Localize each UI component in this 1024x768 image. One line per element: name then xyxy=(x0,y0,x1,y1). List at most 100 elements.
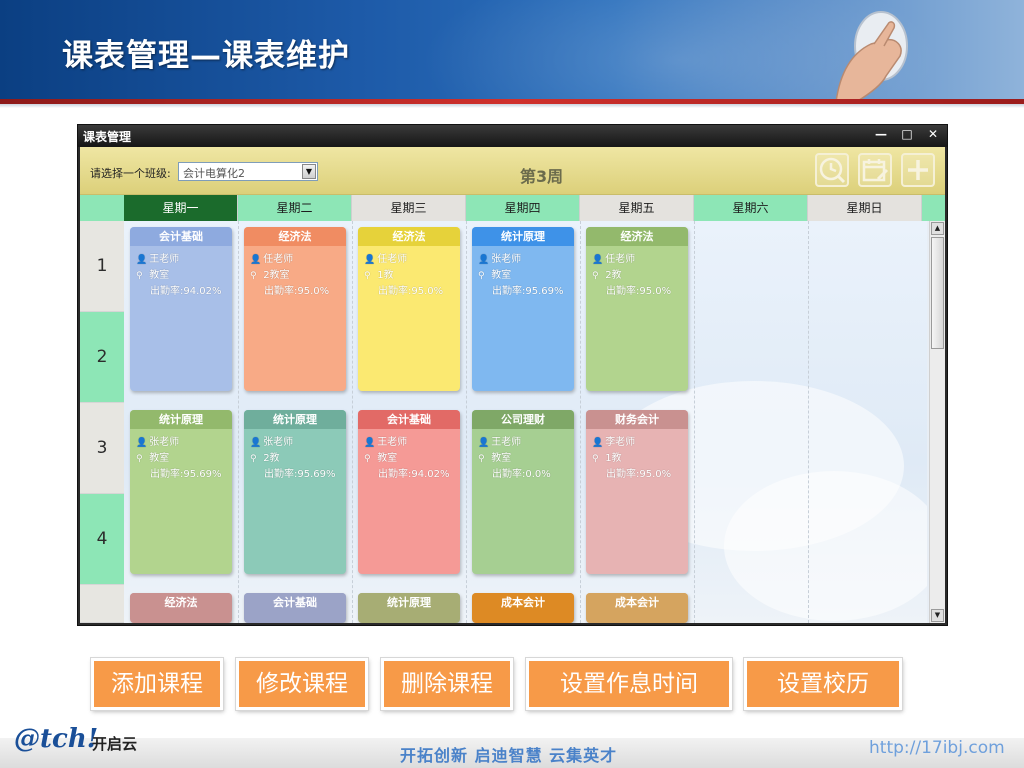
course-name: 经济法 xyxy=(130,593,232,612)
tab-weekday-fri[interactable]: 星期五 xyxy=(580,195,694,221)
course-card-r3-mon[interactable]: 经济法 xyxy=(130,593,232,623)
person-icon: 👤 xyxy=(364,255,376,265)
tab-weekday-wed[interactable]: 星期三 xyxy=(352,195,466,221)
class-select-value: 会计电算化2 xyxy=(183,167,245,180)
tab-weekday-tue[interactable]: 星期二 xyxy=(238,195,352,221)
class-select-dropdown[interactable]: 会计电算化2 ▼ xyxy=(178,162,318,181)
course-name: 统计原理 xyxy=(244,410,346,429)
course-name: 会计基础 xyxy=(358,410,460,429)
course-name: 成本会计 xyxy=(586,593,688,612)
course-name: 经济法 xyxy=(358,227,460,246)
course-room: 2教室 xyxy=(263,270,290,281)
person-icon: 👤 xyxy=(592,255,604,265)
location-pin-icon: ⚲ xyxy=(250,271,257,281)
calendar-edit-icon[interactable] xyxy=(858,153,892,187)
scroll-up-arrow-icon[interactable]: ▲ xyxy=(931,222,944,235)
course-attendance-rate: 出勤率:94.02% xyxy=(378,469,450,480)
course-teacher: 张老师 xyxy=(149,437,180,448)
course-name: 统计原理 xyxy=(472,227,574,246)
course-card-r2-tue[interactable]: 统计原理 👤 张老师 ⚲ 2教 出勤率:95.69% xyxy=(244,410,346,574)
period-label: 2 xyxy=(80,312,124,403)
course-card-r3-fri[interactable]: 成本会计 xyxy=(586,593,688,623)
timetable-grid: 星期一 星期二 星期三 星期四 星期五 星期六 星期日 1 2 3 4 会计基础… xyxy=(80,195,945,623)
tab-weekday-thu[interactable]: 星期四 xyxy=(466,195,580,221)
add-course-button[interactable]: 添加课程 xyxy=(91,658,223,710)
course-room: 教室 xyxy=(377,453,398,464)
window-titlebar[interactable]: 课表管理 — □ ✕ xyxy=(78,125,947,147)
slide-banner: 课表管理—课表维护 xyxy=(0,0,1024,104)
footer-slogan: 开拓创新 启迪智慧 云集英才 xyxy=(400,746,618,765)
course-card-r1-thu[interactable]: 统计原理 👤 张老师 ⚲ 教室 出勤率:95.69% xyxy=(472,227,574,391)
location-pin-icon: ⚲ xyxy=(478,454,485,464)
location-pin-icon: ⚲ xyxy=(592,454,599,464)
course-card-r3-tue[interactable]: 会计基础 xyxy=(244,593,346,623)
course-teacher: 任老师 xyxy=(263,254,294,265)
course-name: 经济法 xyxy=(244,227,346,246)
plus-icon[interactable] xyxy=(901,153,935,187)
course-card-r2-thu[interactable]: 公司理财 👤 王老师 ⚲ 教室 出勤率:0.0% xyxy=(472,410,574,574)
location-pin-icon: ⚲ xyxy=(250,454,257,464)
course-card-r1-fri[interactable]: 经济法 👤 任老师 ⚲ 2教 出勤率:95.0% xyxy=(586,227,688,391)
close-button[interactable]: ✕ xyxy=(920,125,946,145)
course-card-r2-mon[interactable]: 统计原理 👤 张老师 ⚲ 教室 出勤率:95.69% xyxy=(130,410,232,574)
course-card-r1-wed[interactable]: 经济法 👤 任老师 ⚲ 1教 出勤率:95.0% xyxy=(358,227,460,391)
tab-weekday-sat[interactable]: 星期六 xyxy=(694,195,808,221)
course-attendance-rate: 出勤率:95.0% xyxy=(606,469,672,480)
course-attendance-rate: 出勤率:95.0% xyxy=(264,286,330,297)
minimize-button[interactable]: — xyxy=(868,125,894,145)
course-teacher: 王老师 xyxy=(377,437,408,448)
banner-shadow xyxy=(0,104,1024,108)
schedule-window: 课表管理 — □ ✕ 请选择一个班级: 会计电算化2 ▼ 第3周 星期一 星期二… xyxy=(77,124,948,626)
tab-weekday-sun[interactable]: 星期日 xyxy=(808,195,922,221)
location-pin-icon: ⚲ xyxy=(364,454,371,464)
person-icon: 👤 xyxy=(478,438,490,448)
course-room: 教室 xyxy=(491,453,512,464)
week-label: 第3周 xyxy=(520,167,564,186)
window-title: 课表管理 xyxy=(83,130,132,144)
course-room: 1教 xyxy=(605,453,622,464)
course-name: 成本会计 xyxy=(472,593,574,612)
course-name: 经济法 xyxy=(586,227,688,246)
footer-url[interactable]: http://17ibj.com xyxy=(869,738,1005,758)
course-teacher: 张老师 xyxy=(263,437,294,448)
weekday-header: 星期一 星期二 星期三 星期四 星期五 星期六 星期日 xyxy=(80,195,945,221)
course-card-r1-tue[interactable]: 经济法 👤 任老师 ⚲ 2教室 出勤率:95.0% xyxy=(244,227,346,391)
course-card-r3-wed[interactable]: 统计原理 xyxy=(358,593,460,623)
delete-course-button[interactable]: 删除课程 xyxy=(381,658,513,710)
course-name: 会计基础 xyxy=(244,593,346,612)
location-pin-icon: ⚲ xyxy=(364,271,371,281)
scroll-down-arrow-icon[interactable]: ▼ xyxy=(931,609,944,622)
period-label: 1 xyxy=(80,221,124,312)
course-teacher: 王老师 xyxy=(491,437,522,448)
course-teacher: 李老师 xyxy=(605,437,636,448)
maximize-button[interactable]: □ xyxy=(894,125,920,145)
chevron-down-icon[interactable]: ▼ xyxy=(302,164,316,179)
set-schedule-time-button[interactable]: 设置作息时间 xyxy=(526,658,732,710)
location-pin-icon: ⚲ xyxy=(136,454,143,464)
course-card-r2-wed[interactable]: 会计基础 👤 王老师 ⚲ 教室 出勤率:94.02% xyxy=(358,410,460,574)
tab-weekday-mon[interactable]: 星期一 xyxy=(124,195,238,221)
course-card-r1-mon[interactable]: 会计基础 👤 王老师 ⚲ 教室 出勤率:94.02% xyxy=(130,227,232,391)
course-card-r3-thu[interactable]: 成本会计 xyxy=(472,593,574,623)
person-icon: 👤 xyxy=(478,255,490,265)
brand-logo: @tch! 开启云 xyxy=(14,724,144,764)
course-attendance-rate: 出勤率:94.02% xyxy=(150,286,222,297)
period-label: 3 xyxy=(80,403,124,494)
person-icon: 👤 xyxy=(250,255,262,265)
course-teacher: 王老师 xyxy=(149,254,180,265)
person-icon: 👤 xyxy=(250,438,262,448)
course-card-r2-fri[interactable]: 财务会计 👤 李老师 ⚲ 1教 出勤率:95.0% xyxy=(586,410,688,574)
hand-on-mouse-image xyxy=(835,11,908,102)
course-room: 1教 xyxy=(377,270,394,281)
course-attendance-rate: 出勤率:0.0% xyxy=(492,469,551,480)
course-attendance-rate: 出勤率:95.69% xyxy=(150,469,222,480)
course-room: 教室 xyxy=(149,453,170,464)
edit-course-button[interactable]: 修改课程 xyxy=(236,658,368,710)
course-name: 公司理财 xyxy=(472,410,574,429)
scroll-thumb[interactable] xyxy=(931,237,944,349)
course-area: 会计基础 👤 王老师 ⚲ 教室 出勤率:94.02% 经济法 👤 任老师 ⚲ 2… xyxy=(124,221,927,623)
set-school-calendar-button[interactable]: 设置校历 xyxy=(744,658,902,710)
clock-icon[interactable] xyxy=(815,153,849,187)
vertical-scrollbar[interactable]: ▲ ▼ xyxy=(929,221,945,623)
person-icon: 👤 xyxy=(136,255,148,265)
